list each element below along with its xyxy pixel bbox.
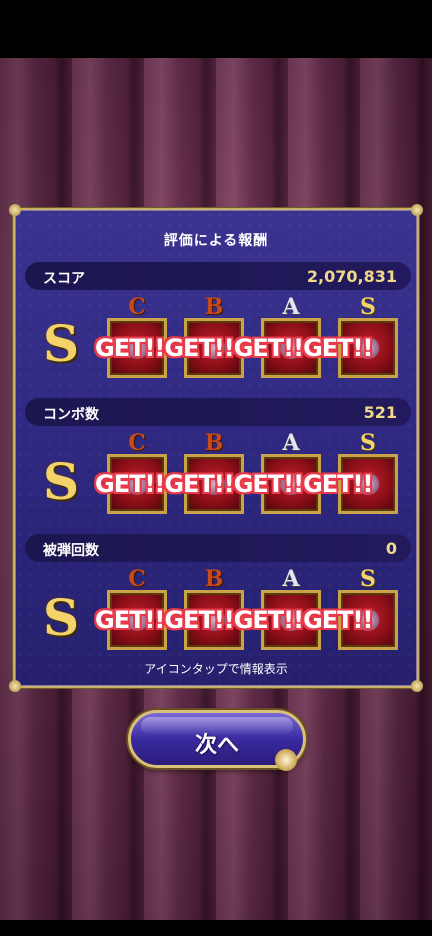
score-value: 2,070,831: [306, 267, 397, 286]
panel-title: 評価による報酬: [163, 233, 269, 249]
corner-ornament: [9, 204, 21, 216]
bottom-bar: [0, 920, 432, 936]
reward-grade-label: S: [360, 430, 376, 456]
reward-grade-label: S: [360, 294, 376, 320]
score-label: スコア: [43, 271, 85, 287]
rose-ornament-icon: [275, 749, 297, 771]
get-banner: GET!!GET!!GET!!GET!!: [95, 470, 373, 498]
tap-hint: アイコンタップで情報表示: [144, 662, 288, 676]
hits-label: 被弾回数: [43, 543, 99, 559]
reward-grade-label: A: [282, 430, 300, 456]
get-banner: GET!!GET!!GET!!GET!!: [95, 606, 373, 634]
reward-grade-label: A: [282, 566, 300, 592]
hits-rank-badge: S: [43, 588, 80, 647]
score-row-header: スコア 2,070,831: [25, 262, 411, 290]
get-banner: GET!!GET!!GET!!GET!!: [95, 334, 373, 362]
reward-grade-label: A: [282, 294, 300, 320]
corner-ornament: [411, 680, 423, 692]
reward-grade-label: B: [204, 566, 224, 592]
reward-grade-label: C: [128, 294, 146, 320]
combo-row-header: コンボ数 521: [25, 398, 411, 426]
reward-grade-label: S: [360, 566, 376, 592]
corner-ornament: [411, 204, 423, 216]
reward-grade-label: C: [128, 566, 146, 592]
reward-grade-label: C: [128, 430, 146, 456]
combo-label: コンボ数: [43, 407, 99, 423]
combo-value: 521: [363, 403, 397, 422]
reward-grade-label: B: [204, 430, 224, 456]
reward-panel: 評価による報酬 スコア 2,070,831 S C B A S GET!!GET…: [9, 204, 423, 692]
next-button[interactable]: 次へ: [128, 710, 306, 771]
reward-grade-label: B: [204, 294, 224, 320]
combo-rank-badge: S: [43, 452, 80, 511]
hits-row-header: 被弾回数 0: [25, 534, 411, 562]
score-rank-badge: S: [43, 314, 80, 373]
corner-ornament: [9, 680, 21, 692]
hits-value: 0: [385, 539, 397, 558]
